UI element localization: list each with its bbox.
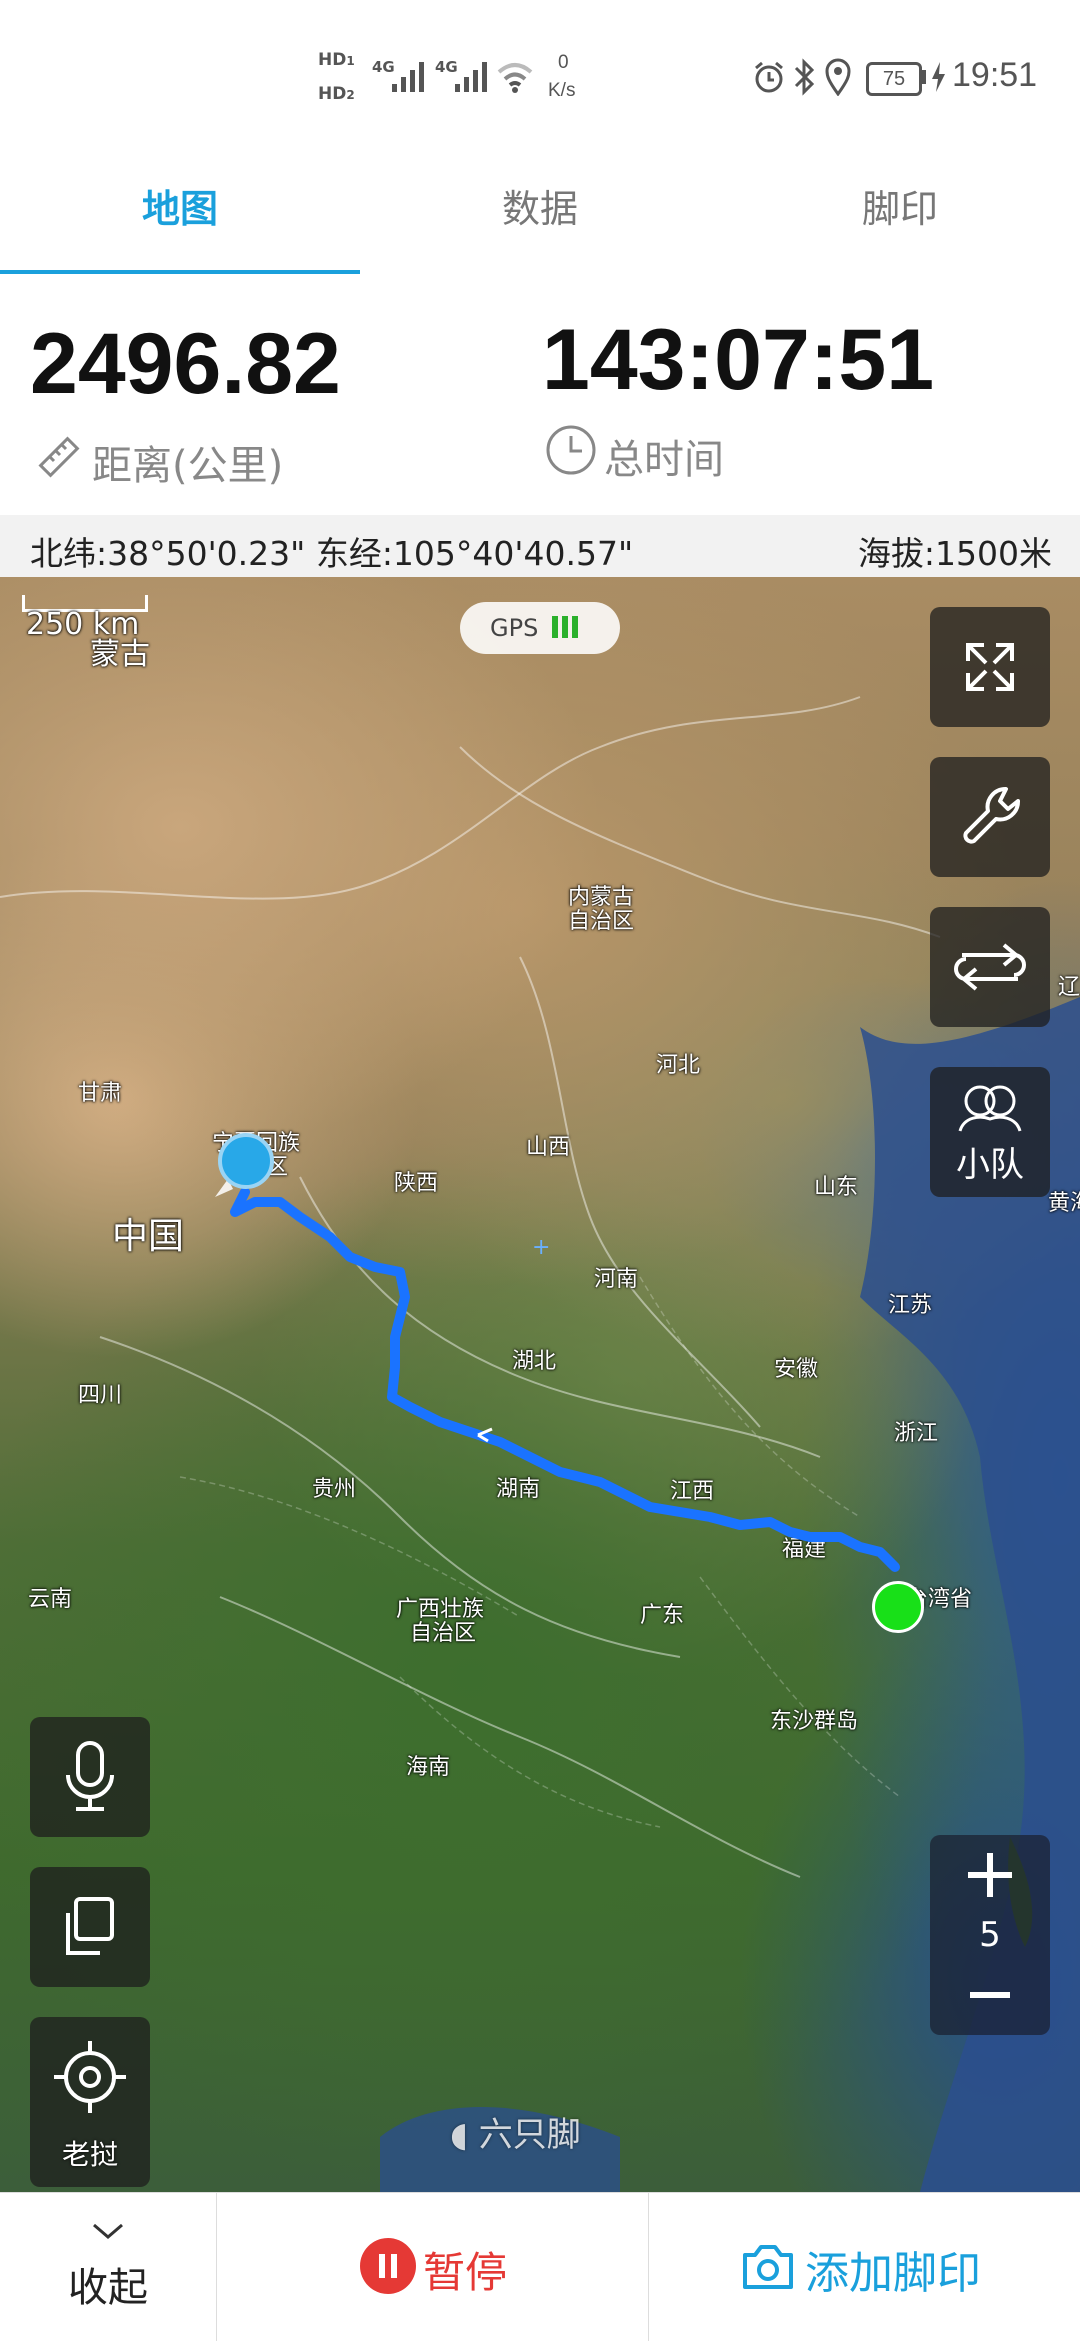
team-button[interactable]: 小队	[930, 1067, 1050, 1197]
zoom-out-button[interactable]	[930, 1955, 1050, 2035]
current-location-marker	[218, 1133, 274, 1189]
hd2-indicator: HD2	[318, 84, 355, 104]
locate-crosshair-icon	[54, 2041, 126, 2113]
expand-icon	[966, 643, 1014, 691]
location-icon	[825, 58, 851, 96]
signal2-bars-icon	[455, 60, 487, 92]
zoom-in-button[interactable]	[930, 1835, 1050, 1915]
battery-tip	[922, 70, 926, 84]
locate-area-label: 老挝	[61, 2138, 118, 2171]
stats-panel: 2496.82 距离(公里) 143:07:51 总时间	[0, 275, 1080, 515]
minus-icon	[970, 1992, 1010, 1998]
tab-data[interactable]: 数据	[360, 178, 720, 233]
time-value: 143:07:51	[542, 312, 935, 408]
track-route	[215, 1179, 900, 1572]
tools-button[interactable]	[930, 757, 1050, 877]
switch-button[interactable]	[930, 907, 1050, 1027]
status-bar: HD1 HD2 4G 4G 0 K/s 75 19:51	[0, 0, 1080, 150]
add-footprint-label: 添加脚印	[805, 2248, 981, 2299]
map-center-crosshair-icon: +	[532, 1235, 551, 1260]
start-marker	[872, 1581, 924, 1633]
net-speed-unit: K/s	[548, 80, 576, 101]
ruler-icon	[38, 436, 80, 478]
tab-underline	[0, 270, 360, 274]
clock-icon	[546, 425, 596, 475]
battery-icon: 75	[866, 62, 922, 96]
pause-icon	[360, 2238, 416, 2294]
zoom-level: 5	[979, 1915, 1001, 1955]
clock: 19:51	[952, 56, 1038, 94]
camera-icon	[743, 2245, 793, 2289]
coordinate-bar: 北纬:38°50'0.23" 东经:105°40'40.57" 海拔:1500米	[0, 515, 1080, 577]
charging-icon	[932, 62, 945, 92]
bluetooth-icon	[794, 58, 815, 96]
zoom-control: 5	[930, 1835, 1050, 2035]
fullscreen-button[interactable]	[930, 607, 1050, 727]
distance-value: 2496.82	[30, 316, 341, 412]
alarm-icon	[755, 61, 783, 93]
plus-icon	[968, 1853, 1012, 1897]
footprint-logo-icon: ◖	[450, 2115, 468, 2155]
pause-button[interactable]: 暂停	[217, 2193, 647, 2341]
chevron-down-icon	[93, 2223, 123, 2239]
net-speed-value: 0	[558, 52, 569, 73]
copy-layers-icon	[66, 1897, 114, 1955]
locate-button[interactable]: 老挝	[30, 2017, 150, 2187]
pause-label: 暂停	[423, 2248, 508, 2297]
swap-icon	[954, 943, 1026, 991]
hd1-indicator: HD1	[318, 50, 355, 70]
wrench-icon	[963, 786, 1021, 844]
add-footprint-button[interactable]: 添加脚印	[649, 2193, 1080, 2341]
altitude-readout: 海拔:1500米	[857, 534, 1052, 573]
microphone-icon	[66, 1741, 114, 1811]
signal1-bars-icon	[392, 60, 424, 92]
bottom-bar: 收起 暂停 添加脚印	[0, 2192, 1080, 2341]
tab-map[interactable]: 地图	[0, 178, 360, 233]
tab-footprint[interactable]: 脚印	[720, 178, 1080, 233]
time-label: 总时间	[604, 437, 724, 483]
team-label: 小队	[956, 1145, 1024, 1185]
latlng-readout: 北纬:38°50'0.23" 东经:105°40'40.57"	[30, 534, 634, 573]
team-icon	[958, 1085, 1022, 1132]
collapse-label: 收起	[68, 2265, 148, 2311]
distance-label: 距离(公里)	[92, 443, 284, 489]
wifi-icon	[497, 63, 533, 93]
layers-button[interactable]	[30, 1867, 150, 1987]
collapse-button[interactable]: 收起	[0, 2193, 216, 2341]
tab-bar: 地图 数据 脚印	[0, 150, 1080, 275]
map-view[interactable]: 250 km GPS 蒙古 内蒙古 自治区 甘肃 宁夏回族 自治区 河北 山西 …	[0, 577, 1080, 2192]
voice-button[interactable]	[30, 1717, 150, 1837]
watermark: ◖ 六只脚	[450, 2115, 581, 2155]
